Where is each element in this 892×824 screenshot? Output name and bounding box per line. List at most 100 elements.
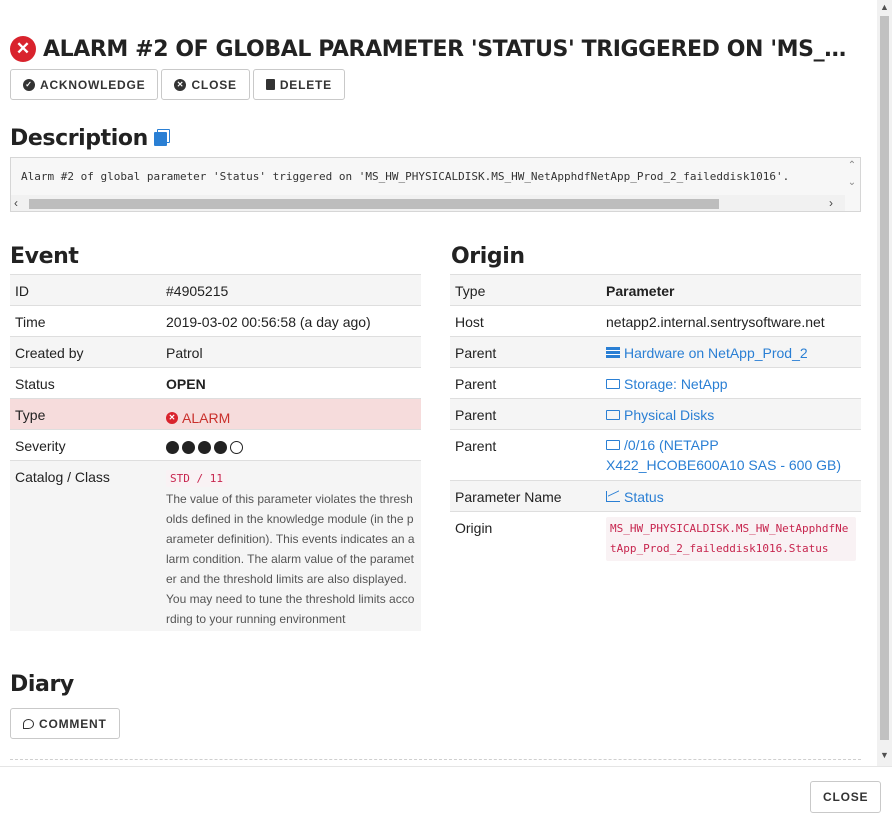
modal-scrollbar[interactable]: ▲ ▼	[877, 0, 892, 766]
origin-type-label: Type	[450, 274, 601, 306]
table-row: Parent Storage: NetApp	[450, 367, 861, 399]
origin-parameter-name-cell: Status	[601, 480, 861, 512]
catalog-description: The value of this parameter violates the…	[166, 492, 415, 626]
origin-parent-cell: Hardware on NetApp_Prod_2	[601, 336, 861, 368]
table-row: Severity	[10, 429, 421, 461]
event-created-by-value: Patrol	[161, 336, 421, 368]
severity-dot-filled	[214, 440, 227, 454]
table-row: Host netapp2.internal.sentrysoftware.net	[450, 305, 861, 337]
table-row: Time 2019-03-02 00:56:58 (a day ago)	[10, 305, 421, 337]
comment-label: COMMENT	[39, 716, 107, 731]
event-type-value: ALARM	[182, 409, 231, 426]
origin-parent-label: Parent	[450, 367, 601, 399]
scroll-down-arrow-icon[interactable]: ⌄	[844, 177, 860, 188]
table-row: Parent Hardware on NetApp_Prod_2	[450, 336, 861, 368]
folder-icon	[606, 440, 620, 450]
severity-dot-filled	[166, 440, 179, 454]
delete-button[interactable]: DELETE	[252, 69, 345, 100]
close-event-button[interactable]: ✕ CLOSE	[161, 69, 250, 100]
description-text: Alarm #2 of global parameter 'Status' tr…	[21, 170, 790, 183]
description-vertical-scrollbar[interactable]: ⌃ ⌄	[844, 158, 860, 198]
parent-link-storage[interactable]: Storage: NetApp	[606, 376, 728, 392]
copy-icon[interactable]	[153, 132, 167, 146]
scroll-up-arrow-icon[interactable]: ⌃	[844, 160, 860, 171]
comment-button[interactable]: COMMENT	[10, 708, 120, 739]
origin-parent-label: Parent	[450, 398, 601, 430]
title-row: ✕ ALARM #2 OF GLOBAL PARAMETER 'STATUS' …	[10, 36, 861, 62]
scrollbar-thumb[interactable]	[29, 199, 719, 209]
footer-close-button[interactable]: CLOSE	[810, 781, 882, 813]
table-row: Origin MS_HW_PHYSICALDISK.MS_HW_NetApphd…	[450, 511, 861, 564]
severity-dot-empty	[230, 440, 243, 454]
folder-icon	[606, 379, 620, 389]
origin-origin-cell: MS_HW_PHYSICALDISK.MS_HW_NetApphdfNetApp…	[601, 511, 861, 564]
origin-heading: Origin	[451, 244, 525, 269]
parameter-status-text: Status	[624, 489, 664, 505]
table-row: Status OPEN	[10, 367, 421, 399]
alarm-badge: ✕ ALARM	[166, 410, 230, 426]
table-row: Type Parameter	[450, 274, 861, 306]
acknowledge-label: ACKNOWLEDGE	[40, 77, 146, 92]
diary-heading: Diary	[10, 672, 74, 697]
parameter-status-link[interactable]: Status	[606, 489, 664, 505]
origin-type-value: Parameter	[601, 274, 861, 306]
table-row: ID #4905215	[10, 274, 421, 306]
description-horizontal-scrollbar[interactable]: ‹ ›	[11, 195, 845, 211]
event-catalog-label: Catalog / Class	[10, 460, 161, 631]
event-time-value: 2019-03-02 00:56:58 (a day ago)	[161, 305, 421, 337]
origin-host-value: netapp2.internal.sentrysoftware.net	[601, 305, 861, 337]
divider	[10, 759, 861, 760]
origin-origin-label: Origin	[450, 511, 601, 564]
description-heading: Description	[10, 126, 167, 151]
server-icon	[606, 347, 620, 358]
acknowledge-button[interactable]: ✓ ACKNOWLEDGE	[10, 69, 159, 100]
origin-parameter-name-label: Parameter Name	[450, 480, 601, 512]
event-type-label: Type	[10, 398, 161, 430]
scroll-down-arrow-icon[interactable]: ▼	[880, 750, 889, 760]
event-heading: Event	[10, 244, 79, 269]
severity-dot-filled	[182, 440, 195, 454]
table-row: Type ✕ ALARM	[10, 398, 421, 430]
severity-dot-filled	[198, 440, 211, 454]
parent-storage-text: Storage: NetApp	[624, 376, 728, 392]
times-circle-icon: ✕	[174, 78, 187, 91]
scroll-right-arrow-icon[interactable]: ›	[829, 196, 833, 210]
event-status-value: OPEN	[161, 367, 421, 399]
table-row: Catalog / Class STD / 11 The value of th…	[10, 460, 421, 631]
modal-body: ✕ ALARM #2 OF GLOBAL PARAMETER 'STATUS' …	[0, 0, 877, 760]
check-circle-icon: ✓	[23, 78, 35, 91]
table-row: Parameter Name Status	[450, 480, 861, 512]
scroll-left-arrow-icon[interactable]: ‹	[14, 196, 18, 210]
footer-close-label: CLOSE	[823, 790, 869, 804]
delete-label: DELETE	[279, 77, 332, 92]
parent-link-hardware[interactable]: Hardware on NetApp_Prod_2	[606, 345, 808, 361]
scrollbar-thumb[interactable]	[880, 16, 889, 740]
origin-parent-label: Parent	[450, 429, 601, 481]
parent-link-disk[interactable]: /0/16 (NETAPP X422_HCOBE600A10 SAS - 600…	[606, 437, 841, 473]
alarm-icon: ✕	[166, 411, 178, 424]
event-catalog-cell: STD / 11 The value of this parameter vio…	[161, 460, 421, 631]
scroll-up-arrow-icon[interactable]: ▲	[880, 2, 889, 12]
folder-icon	[606, 410, 620, 420]
parent-link-physical-disks[interactable]: Physical Disks	[606, 407, 714, 423]
trash-icon	[265, 79, 275, 90]
alarm-error-icon: ✕	[10, 36, 36, 62]
origin-parent-label: Parent	[450, 336, 601, 368]
event-id-label: ID	[10, 274, 161, 306]
comment-icon	[23, 718, 34, 729]
table-row: Created by Patrol	[10, 336, 421, 368]
origin-code: MS_HW_PHYSICALDISK.MS_HW_NetApphdfNetApp…	[606, 517, 856, 561]
severity-rating	[166, 438, 246, 454]
event-severity-value	[161, 429, 421, 461]
table-row: Parent Physical Disks	[450, 398, 861, 430]
origin-parent-cell: Physical Disks	[601, 398, 861, 430]
table-row: Parent /0/16 (NETAPP X422_HCOBE600A10 SA…	[450, 429, 861, 481]
origin-parent-cell: Storage: NetApp	[601, 367, 861, 399]
event-created-by-label: Created by	[10, 336, 161, 368]
close-label: CLOSE	[191, 77, 237, 92]
event-time-label: Time	[10, 305, 161, 337]
page-title: ALARM #2 OF GLOBAL PARAMETER 'STATUS' TR…	[43, 36, 861, 62]
event-type-cell: ✕ ALARM	[161, 398, 421, 430]
origin-host-label: Host	[450, 305, 601, 337]
description-box: Alarm #2 of global parameter 'Status' tr…	[10, 157, 861, 212]
